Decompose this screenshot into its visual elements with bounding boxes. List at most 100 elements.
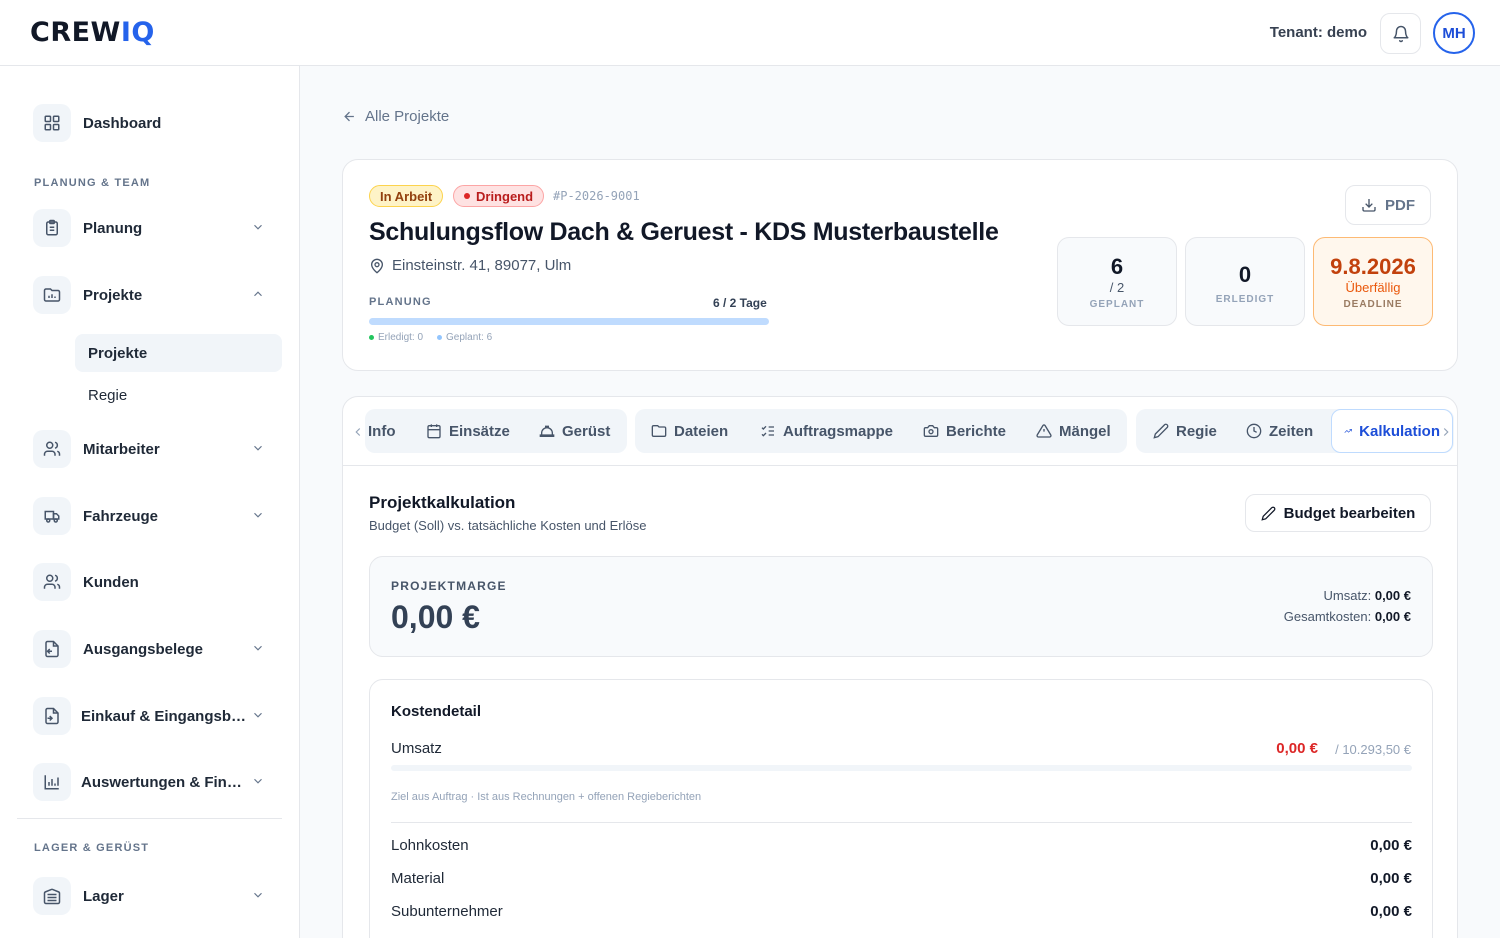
- margin-value: 0,00 €: [391, 599, 480, 635]
- tab-geruest[interactable]: Gerüst: [539, 409, 610, 453]
- legend-planned: Geplant: 6: [437, 332, 492, 343]
- hard-hat-icon: [539, 425, 555, 437]
- sidebar-item-label: Kunden: [83, 573, 139, 591]
- app-logo[interactable]: CREWIQ: [30, 18, 155, 48]
- margin-summary-card: PROJEKTMARGE 0,00 € Umsatz: 0,00 € Gesam…: [369, 556, 1433, 657]
- chevron-right-icon[interactable]: [1439, 425, 1453, 439]
- planning-legend: Erledigt: 0 Geplant: 6: [369, 332, 492, 343]
- sidebar-item-label: Fahrzeuge: [83, 507, 159, 525]
- sidebar-item-einkauf[interactable]: Einkauf & Eingangsbelege: [33, 696, 273, 736]
- cost-detail-card: Kostendetail Umsatz 0,00 € / 10.293,50 €…: [369, 679, 1433, 938]
- sidebar-item-mitarbeiter[interactable]: Mitarbeiter: [33, 429, 273, 469]
- margin-label: PROJEKTMARGE: [391, 579, 507, 593]
- revenue-summary: Umsatz: 0,00 €: [1323, 588, 1411, 603]
- tab-maengel[interactable]: Mängel: [1036, 409, 1111, 453]
- sidebar-item-label: Auswertungen & Finanzen: [81, 773, 246, 791]
- tab-kalkulation[interactable]: Kalkulation: [1331, 409, 1453, 453]
- sidebar-item-auswertungen[interactable]: Auswertungen & Finanzen: [33, 762, 273, 802]
- chevron-down-icon: [254, 512, 262, 518]
- sidebar-subitem-regie[interactable]: Regie: [75, 376, 282, 414]
- cost-row-subunternehmer: Subunternehmer 0,00 €: [391, 903, 1412, 920]
- sidebar-item-label: Mitarbeiter: [83, 440, 160, 458]
- sidebar-item-kunden[interactable]: Kunden: [33, 562, 273, 602]
- users-icon: [43, 441, 61, 456]
- trending-up-icon: [1344, 428, 1352, 433]
- tab-zeiten[interactable]: Zeiten: [1246, 409, 1313, 453]
- cost-row-lohnkosten: Lohnkosten 0,00 €: [391, 837, 1412, 854]
- page-title: Schulungsflow Dach & Geruest - KDS Muste…: [369, 218, 999, 246]
- status-badge: In Arbeit: [369, 185, 444, 207]
- priority-badge: Dringend: [453, 185, 545, 207]
- section-title: Projektkalkulation: [369, 493, 516, 512]
- tab-berichte[interactable]: Berichte: [923, 409, 1006, 453]
- cost-divider: [391, 822, 1412, 823]
- sidebar-item-planung[interactable]: Planung: [33, 208, 273, 248]
- camera-icon: [923, 425, 939, 437]
- file-input-icon: [45, 707, 59, 725]
- cost-detail-title: Kostendetail: [391, 703, 482, 720]
- tab-regie[interactable]: Regie: [1153, 409, 1217, 453]
- tab-auftragsmappe[interactable]: Auftragsmappe: [760, 409, 893, 453]
- chevron-down-icon: [254, 224, 262, 230]
- stat-done: 0 ERLEDIGT: [1185, 237, 1305, 326]
- project-header-card: In Arbeit Dringend #P-2026-9001 Schulung…: [342, 159, 1458, 371]
- revenue-actual: 0,00 €: [1276, 740, 1318, 757]
- bell-icon: [1393, 25, 1408, 42]
- back-to-projects-link[interactable]: Alle Projekte: [342, 108, 449, 125]
- folder-icon: [651, 425, 667, 437]
- project-number: #P-2026-9001: [553, 189, 640, 203]
- sidebar-divider: [17, 818, 282, 819]
- tab-bar: Info Einsätze Gerüst Dateien Auftragsmap…: [343, 397, 1457, 466]
- section-label-lager: LAGER & GERÜST: [34, 842, 150, 854]
- revenue-note: Ziel aus Auftrag · Ist aus Rechnungen + …: [391, 791, 702, 803]
- list-checks-icon: [761, 425, 774, 437]
- sidebar-item-label: Lager: [83, 887, 124, 905]
- stat-deadline: 9.8.2026 Überfällig DEADLINE: [1313, 237, 1433, 326]
- revenue-progress-bar: [391, 765, 1412, 771]
- cost-row-material: Material 0,00 €: [391, 870, 1412, 887]
- sidebar: Dashboard PLANUNG & TEAM Planung Projekt…: [0, 66, 300, 938]
- truck-icon: [44, 510, 60, 523]
- folder-chart-icon: [43, 288, 61, 302]
- chevron-down-icon: [254, 645, 262, 651]
- chevron-down-icon: [254, 712, 262, 718]
- sidebar-item-label: Projekte: [83, 286, 143, 304]
- user-avatar[interactable]: MH: [1433, 12, 1475, 54]
- top-bar: CREWIQ Tenant: demo MH: [0, 0, 1500, 66]
- users-icon: [43, 574, 61, 589]
- chevron-down-icon: [254, 892, 262, 898]
- sidebar-item-label: Einkauf & Eingangsbelege: [81, 707, 249, 725]
- project-content-card: Info Einsätze Gerüst Dateien Auftragsmap…: [342, 396, 1458, 938]
- edit-budget-button[interactable]: Budget bearbeiten: [1245, 494, 1431, 532]
- legend-done: Erledigt: 0: [369, 332, 423, 343]
- section-subtitle: Budget (Soll) vs. tatsächliche Kosten un…: [369, 518, 647, 533]
- bar-chart-icon: [44, 775, 59, 790]
- grid-icon: [44, 115, 60, 131]
- planning-label: PLANUNG: [369, 296, 432, 308]
- sidebar-item-projekte[interactable]: Projekte: [33, 275, 273, 315]
- clipboard-list-icon: [46, 219, 58, 236]
- revenue-label: Umsatz: [391, 740, 442, 757]
- total-costs-summary: Gesamtkosten: 0,00 €: [1283, 609, 1411, 624]
- sidebar-item-lager[interactable]: Lager: [33, 876, 273, 916]
- tab-dateien[interactable]: Dateien: [651, 409, 728, 453]
- notifications-button[interactable]: [1380, 13, 1421, 54]
- file-output-icon: [45, 640, 59, 658]
- calendar-icon: [427, 424, 441, 439]
- chevron-down-icon: [254, 778, 262, 784]
- chevron-up-icon: [254, 291, 262, 297]
- clock-icon: [1246, 423, 1262, 439]
- sidebar-item-fahrzeuge[interactable]: Fahrzeuge: [33, 496, 273, 536]
- chevron-left-icon[interactable]: [351, 425, 365, 439]
- stat-planned: 6 / 2 GEPLANT: [1057, 237, 1177, 326]
- pdf-download-button[interactable]: PDF: [1345, 185, 1431, 225]
- sidebar-item-ausgangsbelege[interactable]: Ausgangsbelege: [33, 629, 273, 669]
- tab-einsaetze[interactable]: Einsätze: [426, 409, 510, 453]
- sidebar-item-dashboard[interactable]: Dashboard: [33, 103, 273, 143]
- tab-info[interactable]: Info: [368, 409, 396, 453]
- tenant-label: Tenant: demo: [1269, 24, 1367, 41]
- sidebar-item-label: Planung: [83, 219, 143, 237]
- chevron-down-icon: [254, 445, 262, 451]
- pencil-icon: [1261, 506, 1276, 521]
- sidebar-subitem-projekte[interactable]: Projekte: [75, 334, 282, 372]
